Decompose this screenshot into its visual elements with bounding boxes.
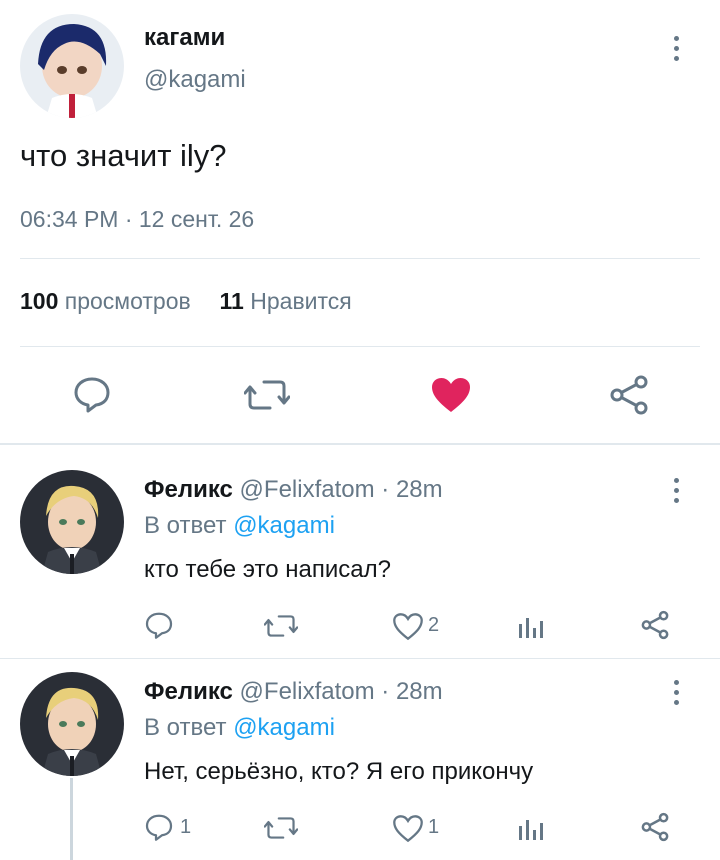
reply-count: 1 bbox=[180, 816, 192, 838]
reply-context: В ответ @kagami bbox=[144, 714, 335, 742]
share-icon[interactable] bbox=[640, 610, 670, 640]
likes-label[interactable]: Нравится bbox=[250, 288, 352, 314]
reply-avatar[interactable] bbox=[20, 672, 124, 776]
reply-icon[interactable] bbox=[72, 374, 112, 414]
heart-icon[interactable] bbox=[392, 814, 424, 843]
views-label: просмотров bbox=[64, 288, 191, 314]
heart-icon[interactable] bbox=[392, 612, 424, 641]
divider bbox=[20, 346, 700, 347]
reply-age: · 28m bbox=[381, 678, 443, 705]
reply-more-options-icon[interactable] bbox=[672, 680, 680, 705]
reply-author-name[interactable]: Феликс bbox=[144, 678, 233, 705]
tweet-timestamp[interactable]: 06:34 PM · 12 сент. 26 bbox=[20, 206, 254, 233]
reply-to-link[interactable]: @kagami bbox=[233, 714, 335, 741]
reply-prefix: В ответ bbox=[144, 714, 227, 741]
reply-more-options-icon[interactable] bbox=[672, 478, 680, 503]
reply-context: В ответ @kagami bbox=[144, 512, 335, 540]
reply-header: Феликс @Felixfatom · 28m bbox=[144, 476, 443, 504]
tweet-text: что значит ily? bbox=[20, 138, 227, 173]
reply-prefix: В ответ bbox=[144, 512, 227, 539]
divider bbox=[20, 258, 700, 259]
heart-filled-icon[interactable] bbox=[430, 376, 472, 414]
views-count: 100 bbox=[20, 288, 59, 314]
retweet-icon[interactable] bbox=[244, 376, 290, 414]
reply-avatar[interactable] bbox=[20, 470, 124, 574]
analytics-icon[interactable] bbox=[518, 614, 544, 638]
reply-age: · 28m bbox=[381, 476, 443, 503]
reply-text: Нет, серьёзно, кто? Я его прикончу bbox=[144, 758, 534, 785]
more-options-icon[interactable] bbox=[672, 36, 680, 61]
reply-icon[interactable] bbox=[144, 812, 174, 842]
reply-author-name[interactable]: Феликс bbox=[144, 476, 233, 503]
retweet-icon[interactable] bbox=[264, 612, 298, 640]
reply-to-link[interactable]: @kagami bbox=[233, 512, 335, 539]
reply-text: кто тебе это написал? bbox=[144, 556, 391, 583]
section-divider bbox=[0, 658, 720, 659]
tweet-stats: 100 просмотров 11 Нравится bbox=[20, 288, 352, 315]
like-count: 2 bbox=[428, 614, 440, 636]
author-handle[interactable]: @kagami bbox=[144, 66, 246, 94]
retweet-icon[interactable] bbox=[264, 814, 298, 842]
like-count: 1 bbox=[428, 816, 440, 838]
likes-count[interactable]: 11 bbox=[220, 288, 244, 314]
analytics-icon[interactable] bbox=[518, 816, 544, 840]
share-icon[interactable] bbox=[608, 374, 650, 416]
reply-author-handle[interactable]: @Felixfatom bbox=[240, 678, 375, 705]
section-divider bbox=[0, 443, 720, 445]
share-icon[interactable] bbox=[640, 812, 670, 842]
author-avatar[interactable] bbox=[20, 14, 124, 118]
reply-author-handle[interactable]: @Felixfatom bbox=[240, 476, 375, 503]
reply-header: Феликс @Felixfatom · 28m bbox=[144, 678, 443, 706]
author-name[interactable]: кагами bbox=[144, 24, 225, 52]
reply-icon[interactable] bbox=[144, 610, 174, 640]
thread-line bbox=[70, 778, 73, 860]
